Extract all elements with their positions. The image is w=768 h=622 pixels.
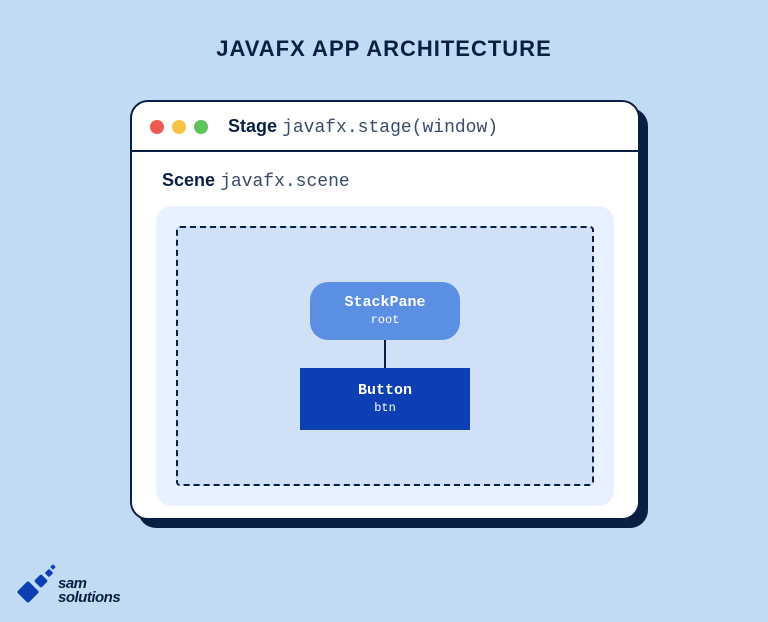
stackpane-name: StackPane [344, 294, 425, 313]
button-node-var: btn [374, 401, 396, 416]
scene-label-code: javafx.scene [220, 172, 350, 192]
page-title: JAVAFX APP ARCHITECTURE [0, 0, 768, 62]
button-node-name: Button [358, 382, 412, 401]
close-icon [150, 120, 164, 134]
stage-label-code: javafx.stage(window) [282, 118, 498, 138]
logo-text: sam solutions [58, 577, 120, 604]
os-window: Stage javafx.stage(window) Scene javafx.… [130, 100, 640, 520]
minimize-icon [172, 120, 186, 134]
logo-mark-icon [18, 564, 56, 604]
scene-label-bold: Scene [162, 170, 215, 190]
stage-label: Stage javafx.stage(window) [228, 116, 498, 138]
brand-logo: sam solutions [18, 564, 120, 604]
logo-line2: solutions [58, 589, 120, 606]
window-titlebar: Stage javafx.stage(window) [132, 102, 638, 152]
scene-label: Scene javafx.scene [162, 170, 614, 192]
stage-label-bold: Stage [228, 116, 277, 136]
button-node: Button btn [300, 368, 470, 430]
scene-container: StackPane root Button btn [156, 206, 614, 506]
window-body: Scene javafx.scene StackPane root Button… [132, 152, 638, 530]
stackpane-node: StackPane root [310, 282, 460, 340]
tree-connector [384, 340, 386, 368]
maximize-icon [194, 120, 208, 134]
stackpane-var: root [371, 313, 400, 328]
scene-graph-area: StackPane root Button btn [176, 226, 594, 486]
